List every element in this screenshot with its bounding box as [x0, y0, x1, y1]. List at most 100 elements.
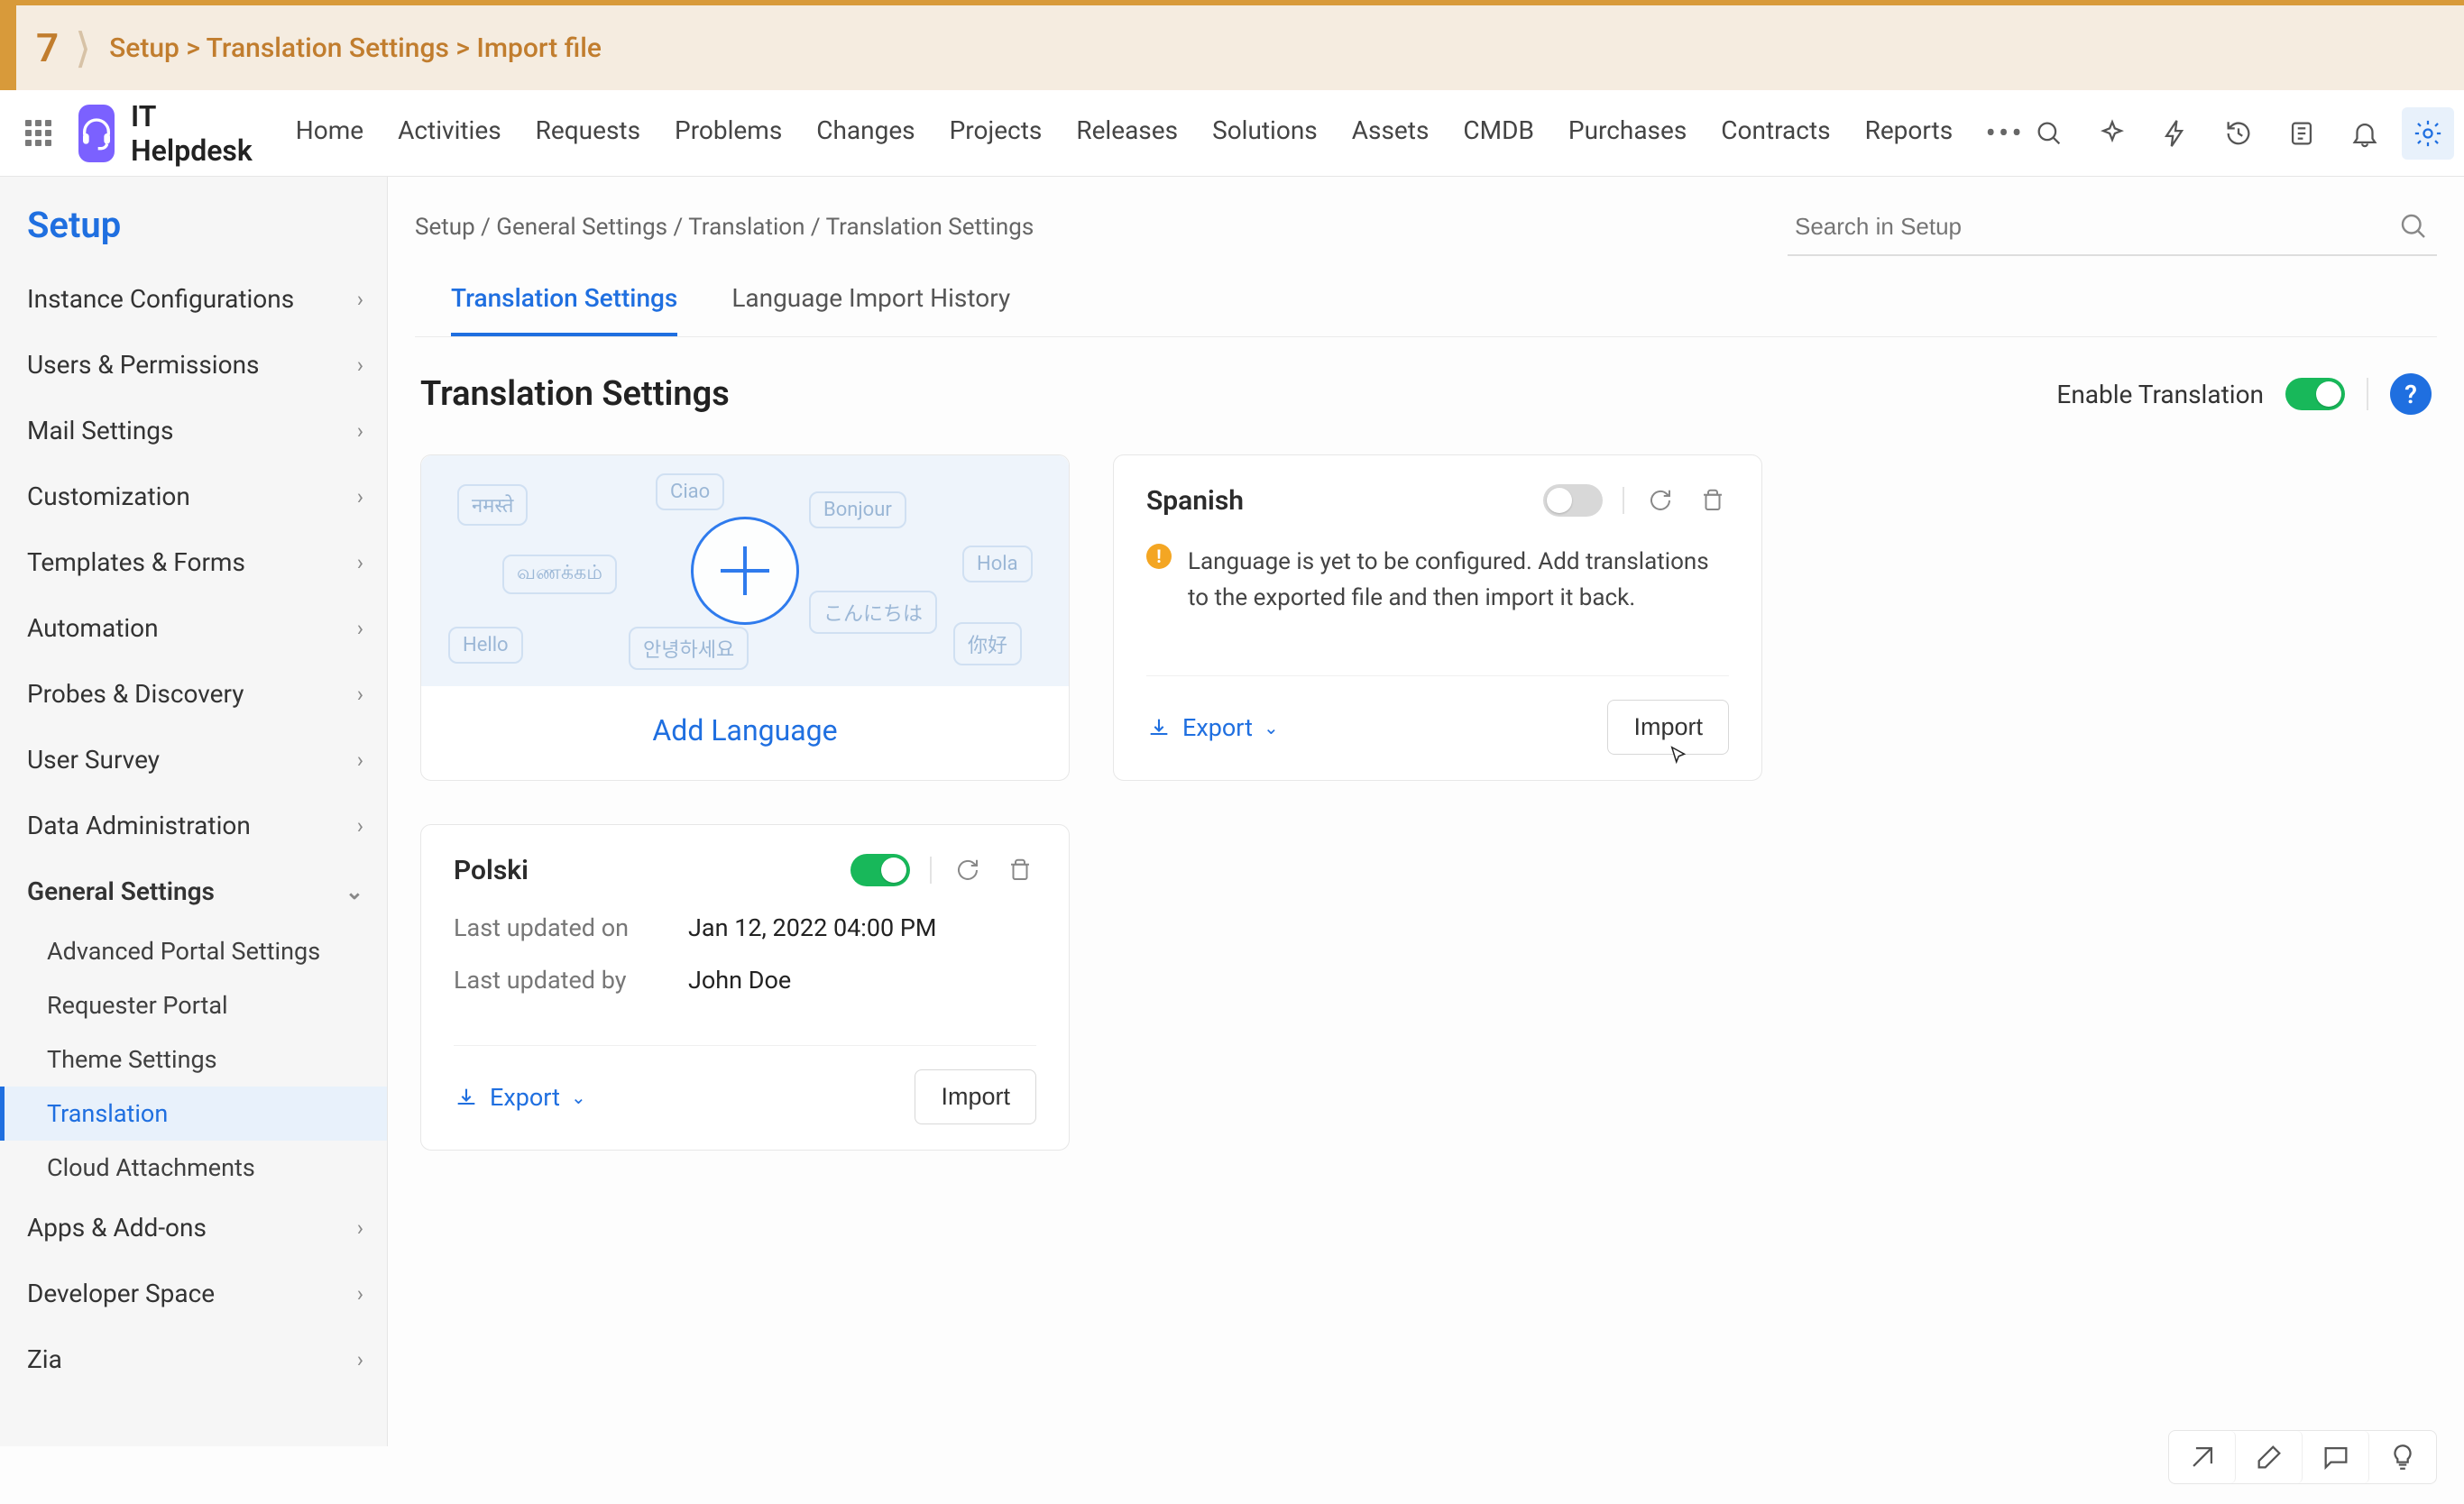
last-updated-on-label: Last updated on — [454, 913, 688, 942]
sidebar-item-automation[interactable]: Automation› — [0, 595, 387, 661]
download-icon — [454, 1085, 479, 1110]
menu-purchases[interactable]: Purchases — [1568, 115, 1687, 151]
sidebar-sub-theme-settings[interactable]: Theme Settings — [0, 1032, 387, 1087]
menu-more[interactable]: ••• — [1987, 115, 2023, 151]
language-card-polski: Polski Last updated on Jan 12, 2022 04:0… — [420, 824, 1070, 1151]
menu-contracts[interactable]: Contracts — [1721, 115, 1830, 151]
add-language-card[interactable]: नमस्ते Ciao Bonjour Hola வணக்கம் こんにちは H… — [420, 454, 1070, 781]
sidebar-item-general-settings[interactable]: General Settings⌄ — [0, 858, 387, 924]
add-language-label[interactable]: Add Language — [421, 686, 1069, 780]
more-icon: ••• — [1985, 129, 2024, 138]
menu-assets[interactable]: Assets — [1352, 115, 1430, 151]
bulb-icon[interactable] — [2369, 1431, 2436, 1483]
menu-projects[interactable]: Projects — [950, 115, 1043, 151]
separator — [930, 857, 932, 884]
sidebar-item-users-permissions[interactable]: Users & Permissions› — [0, 332, 387, 398]
sidebar-sub-advanced-portal-settings[interactable]: Advanced Portal Settings — [0, 924, 387, 978]
menu-requests[interactable]: Requests — [536, 115, 640, 151]
brand-logo[interactable] — [78, 105, 115, 162]
setup-search-input[interactable] — [1795, 213, 2397, 241]
tutorial-step-number: 7 — [36, 24, 59, 71]
spanish-enable-toggle[interactable] — [1543, 484, 1603, 517]
plus-icon[interactable] — [691, 517, 799, 625]
chevron-right-icon: › — [357, 616, 363, 641]
trash-icon[interactable] — [1696, 484, 1729, 517]
enable-translation-label: Enable Translation — [2056, 380, 2264, 409]
sidebar-item-developer-space[interactable]: Developer Space› — [0, 1261, 387, 1326]
sidebar-item-data-administration[interactable]: Data Administration› — [0, 793, 387, 858]
sidebar-sub-cloud-attachments[interactable]: Cloud Attachments — [0, 1141, 387, 1195]
sidebar-item-user-survey[interactable]: User Survey› — [0, 727, 387, 793]
trash-icon[interactable] — [1004, 854, 1036, 886]
chevron-right-icon: › — [357, 1347, 363, 1372]
cloud-word: 你好 — [953, 622, 1022, 665]
menu-activities[interactable]: Activities — [398, 115, 501, 151]
last-updated-by-value: John Doe — [688, 966, 791, 995]
menu-problems[interactable]: Problems — [675, 115, 782, 151]
zia-icon[interactable] — [2169, 1431, 2236, 1483]
sidebar-item-customization[interactable]: Customization› — [0, 463, 387, 529]
refresh-icon[interactable] — [952, 854, 984, 886]
polski-export-button[interactable]: Export ⌄ — [454, 1083, 586, 1112]
language-name: Polski — [454, 855, 529, 886]
sidebar-sub-requester-portal[interactable]: Requester Portal — [0, 978, 387, 1032]
setup-sidebar: Setup Instance Configurations› Users & P… — [0, 177, 388, 1446]
sidebar-item-instance-configurations[interactable]: Instance Configurations› — [0, 266, 387, 332]
chevron-right-icon: › — [357, 550, 363, 575]
spanish-import-button[interactable]: Import — [1607, 700, 1729, 755]
menu-home[interactable]: Home — [296, 115, 363, 151]
separator — [2367, 378, 2368, 410]
inner-tabs: Translation Settings Language Import His… — [415, 263, 2437, 337]
brand-title: IT Helpdesk — [131, 99, 253, 168]
menu-reports[interactable]: Reports — [1865, 115, 1954, 151]
sidebar-sub-translation[interactable]: Translation — [0, 1087, 387, 1141]
polski-import-button[interactable]: Import — [915, 1069, 1036, 1124]
history-icon[interactable] — [2212, 107, 2265, 160]
bolt-icon[interactable] — [2149, 107, 2202, 160]
sidebar-item-probes-discovery[interactable]: Probes & Discovery› — [0, 661, 387, 727]
cloud-word: नमस्ते — [457, 484, 528, 526]
tab-language-import-history[interactable]: Language Import History — [731, 263, 1010, 336]
tutorial-bar: 7 ⟩ Setup > Translation Settings > Impor… — [0, 0, 2464, 90]
sidebar-item-mail-settings[interactable]: Mail Settings› — [0, 398, 387, 463]
help-icon[interactable]: ? — [2390, 373, 2432, 415]
chevron-right-icon: › — [357, 747, 363, 773]
last-updated-on-value: Jan 12, 2022 04:00 PM — [688, 913, 936, 942]
chevron-down-icon: ⌄ — [345, 879, 363, 904]
polski-enable-toggle[interactable] — [850, 854, 910, 886]
sidebar-item-templates-forms[interactable]: Templates & Forms› — [0, 529, 387, 595]
cloud-word: Hola — [962, 546, 1033, 582]
menu-solutions[interactable]: Solutions — [1212, 115, 1318, 151]
enable-translation-toggle[interactable] — [2285, 378, 2345, 410]
apps-icon[interactable] — [25, 120, 51, 146]
chat-icon[interactable] — [2303, 1431, 2369, 1483]
sidebar-item-zia[interactable]: Zia› — [0, 1326, 387, 1392]
chevron-right-icon: › — [357, 1215, 363, 1241]
spark-icon[interactable] — [2086, 107, 2138, 160]
menu-releases[interactable]: Releases — [1076, 115, 1178, 151]
chevron-down-icon: ⌄ — [571, 1087, 586, 1108]
bell-icon[interactable] — [2339, 107, 2391, 160]
chevron-right-icon: › — [357, 1281, 363, 1307]
menu-cmdb[interactable]: CMDB — [1463, 115, 1534, 151]
warning-icon: ! — [1146, 544, 1172, 569]
spanish-export-button[interactable]: Export ⌄ — [1146, 713, 1279, 742]
main-content: Setup / General Settings / Translation /… — [388, 177, 2464, 1446]
search-icon[interactable] — [2023, 107, 2075, 160]
chevron-right-icon: › — [357, 484, 363, 509]
tutorial-breadcrumb: Setup > Translation Settings > Import fi… — [109, 32, 602, 64]
gear-icon[interactable] — [2402, 107, 2454, 160]
tutorial-brace-icon: ⟩ — [75, 23, 91, 73]
sidebar-item-apps-addons[interactable]: Apps & Add-ons› — [0, 1195, 387, 1261]
cloud-word: 안녕하세요 — [629, 627, 749, 670]
refresh-icon[interactable] — [1644, 484, 1677, 517]
breadcrumb[interactable]: Setup / General Settings / Translation /… — [415, 214, 1034, 241]
bottom-toolbar — [2168, 1430, 2437, 1484]
tab-translation-settings[interactable]: Translation Settings — [451, 263, 677, 336]
edit-icon[interactable] — [2236, 1431, 2303, 1483]
notes-icon[interactable] — [2276, 107, 2328, 160]
setup-search[interactable] — [1788, 198, 2437, 256]
menu-changes[interactable]: Changes — [816, 115, 915, 151]
cloud-word: வணக்கம் — [502, 555, 617, 594]
separator — [1623, 487, 1624, 514]
